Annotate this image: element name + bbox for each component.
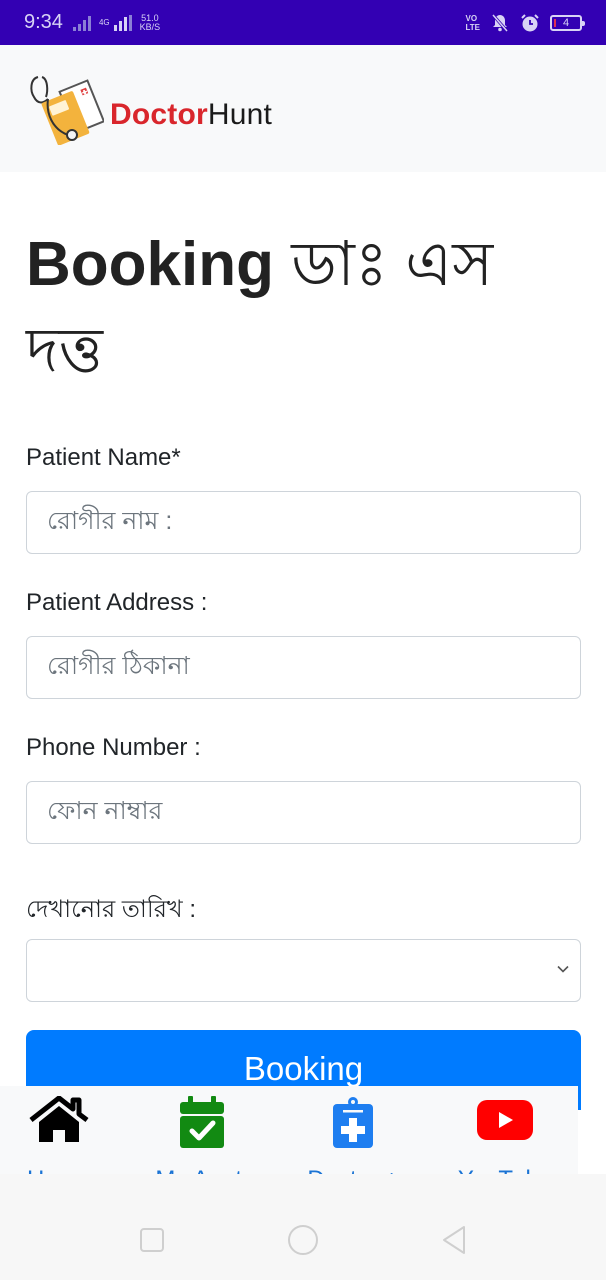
network-speed: 51.0 KB/S bbox=[139, 12, 161, 32]
signal-4g-icon bbox=[113, 14, 132, 31]
back-icon[interactable] bbox=[440, 1225, 468, 1255]
alarm-icon bbox=[521, 13, 539, 31]
status-bar: 9:34 4G 51.0 KB/S VO LTE 4 bbox=[0, 0, 606, 45]
appointment-date-label: দেখানোর তারিখ : bbox=[26, 896, 196, 923]
calendar-check-icon bbox=[180, 1096, 224, 1148]
patient-address-label: Patient Address : bbox=[26, 589, 208, 616]
patient-address-input[interactable]: রোগীর ঠিকানা bbox=[26, 636, 581, 699]
logo-text: DoctorHunt bbox=[110, 97, 273, 131]
phone-number-label: Phone Number : bbox=[26, 734, 201, 761]
network-type: 4G bbox=[98, 17, 110, 27]
recent-apps-icon[interactable] bbox=[139, 1227, 165, 1253]
phone-number-placeholder: ফোন নাম্বার bbox=[47, 797, 163, 825]
volte-icon: VO LTE bbox=[465, 13, 480, 32]
battery-icon: 4 bbox=[550, 14, 585, 31]
page-title: Booking ডাঃ এস দত্ত bbox=[26, 230, 494, 385]
bottom-nav: Home My Appt. Doctor + YouTube bbox=[0, 1086, 578, 1193]
signal-icon bbox=[72, 15, 91, 31]
clipboard-plus-icon bbox=[333, 1097, 373, 1148]
status-icons: VO LTE 4 bbox=[465, 13, 585, 33]
status-time: 9:34 bbox=[24, 11, 63, 33]
youtube-icon bbox=[477, 1100, 533, 1140]
chevron-down-icon bbox=[557, 965, 569, 973]
patient-address-placeholder: রোগীর ঠিকানা bbox=[47, 652, 190, 680]
doctorhunt-logo[interactable]: DoctorHunt bbox=[28, 73, 272, 145]
phone-number-input[interactable]: ফোন নাম্বার bbox=[26, 781, 581, 844]
patient-name-input[interactable]: রোগীর নাম : bbox=[26, 491, 581, 554]
home-icon bbox=[29, 1096, 89, 1142]
stethoscope-folder-icon bbox=[30, 75, 104, 145]
bell-muted-icon bbox=[491, 13, 509, 32]
patient-name-placeholder: রোগীর নাম : bbox=[47, 507, 173, 535]
appointment-date-select[interactable] bbox=[26, 939, 581, 1002]
app-header: DoctorHunt bbox=[0, 45, 606, 172]
home-circle-icon[interactable] bbox=[287, 1224, 319, 1256]
system-navigation-bar bbox=[0, 1174, 606, 1280]
patient-name-label: Patient Name* bbox=[26, 444, 181, 471]
